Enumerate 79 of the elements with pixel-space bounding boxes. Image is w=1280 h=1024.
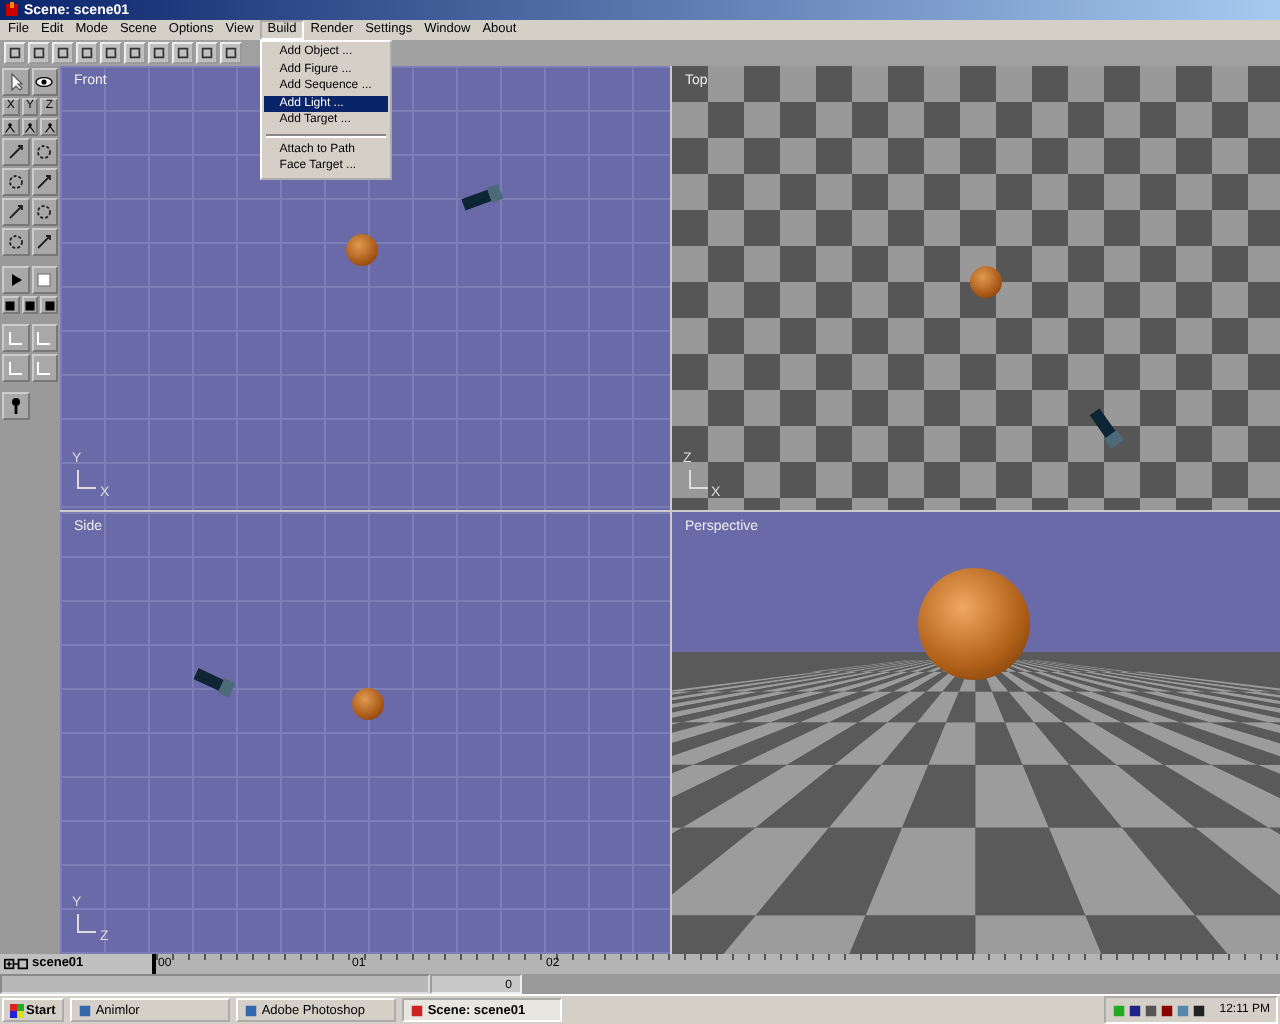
sphere [346, 234, 379, 267]
toolbar-button[interactable] [124, 42, 146, 64]
tool-button[interactable] [2, 324, 29, 352]
eye-button[interactable] [31, 68, 58, 96]
toolbar-button[interactable] [172, 42, 194, 64]
select-tool-button[interactable] [2, 68, 29, 96]
eye-icon [34, 72, 55, 92]
toolbar-button[interactable] [28, 42, 50, 64]
tool-button[interactable] [2, 138, 29, 166]
square-icon [80, 46, 94, 60]
dashed-circle-icon [5, 172, 26, 192]
square-icon [24, 299, 36, 311]
tool-button[interactable] [2, 168, 29, 196]
stop-button[interactable] [31, 266, 58, 294]
toolbar-button[interactable] [76, 42, 98, 64]
windows-flag-icon [10, 1003, 24, 1017]
tool-button[interactable] [31, 228, 58, 256]
toolbar-button[interactable] [220, 42, 242, 64]
scrollbar[interactable] [0, 974, 430, 994]
figure-icon [24, 121, 36, 133]
tool-button[interactable] [2, 198, 29, 226]
square-icon [176, 46, 190, 60]
toolbar-button[interactable] [52, 42, 74, 64]
tool-button[interactable] [31, 324, 58, 352]
sphere [352, 688, 385, 721]
square-icon [152, 46, 166, 60]
dashed-circle-icon [34, 202, 55, 222]
dashed-circle-icon [5, 232, 26, 252]
square-icon [43, 299, 56, 311]
square-icon [224, 46, 238, 60]
toolbar-button[interactable] [148, 42, 170, 64]
diagonal-arrow-icon [34, 172, 55, 192]
camera-drawing [192, 667, 236, 699]
play-button[interactable] [2, 266, 29, 294]
figure-tool-button[interactable] [40, 118, 59, 136]
dashed-circle-icon [34, 142, 55, 162]
square-icon [200, 46, 214, 60]
app-icon [409, 1003, 424, 1017]
toolbar-button[interactable] [196, 42, 218, 64]
toolbar-button[interactable] [100, 42, 122, 64]
app-icon [4, 2, 20, 18]
figure-icon [43, 121, 56, 133]
square-icon [4, 299, 17, 311]
corner-icon [34, 358, 55, 378]
app-icon [77, 1003, 92, 1017]
tool-button[interactable] [31, 354, 58, 382]
sphere [969, 265, 1002, 298]
tool-button[interactable] [2, 354, 29, 382]
axis-icon [76, 914, 96, 934]
square-icon [128, 46, 142, 60]
tool-button[interactable] [2, 228, 29, 256]
camera-drawing [460, 183, 504, 213]
square-icon [104, 46, 118, 60]
arrow-pointer-icon [5, 72, 26, 92]
tree-toggle-icon[interactable] [4, 958, 28, 970]
diagonal-arrow-icon [5, 142, 26, 162]
key-button[interactable] [2, 392, 30, 420]
tool-button[interactable] [31, 168, 58, 196]
figure-icon [4, 121, 17, 133]
figure-tool-button[interactable] [21, 118, 39, 136]
corner-icon [5, 328, 26, 348]
sphere [917, 567, 1029, 679]
axis-icon [76, 469, 96, 489]
toolbar-button[interactable] [4, 42, 26, 64]
tool-button[interactable] [31, 138, 58, 166]
app-icon [243, 1003, 258, 1017]
square-icon [8, 46, 22, 60]
tool-button[interactable] [31, 198, 58, 226]
corner-icon [34, 328, 55, 348]
square-icon [32, 46, 46, 60]
camera-drawing [1087, 407, 1124, 450]
square-icon [56, 46, 70, 60]
diagonal-arrow-icon [5, 202, 26, 222]
key-icon [6, 396, 26, 416]
corner-icon [5, 358, 26, 378]
diagonal-arrow-icon [34, 232, 55, 252]
axis-icon [687, 469, 707, 489]
stop-icon [34, 270, 55, 290]
figure-tool-button[interactable] [2, 118, 20, 136]
